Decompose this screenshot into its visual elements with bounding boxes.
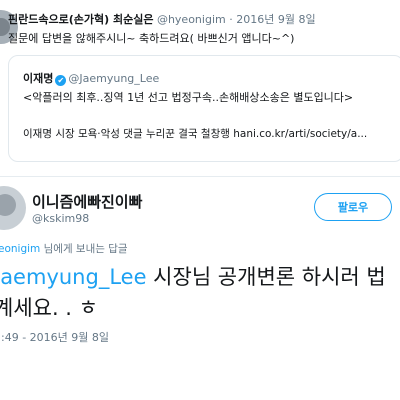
author-handle[interactable]: @hyeonigim [157,13,226,26]
author-name[interactable]: 이니즘에빠진이빠 [32,191,142,212]
quoted-reply-tweet[interactable]: 핀란드속으로(손가혁) 최순실은 @hyeonigim · 2016년 9월 8… [0,0,400,176]
separator: · [229,13,233,26]
quote-author-handle: @Jaemyung_Lee [68,72,160,85]
author-handle[interactable]: @kskim98 [32,212,89,225]
tweet-timestamp[interactable]: 2:49 - 2016년 9월 8일 [0,329,109,345]
tweet-body: Jaemyung_Lee 시장님 공개변론 하시러 법 계세요. . ㅎ [0,262,400,324]
body-text-line1: 시장님 공개변론 하시러 법 [146,265,386,289]
reply-context: eonigim 님에게 보내는 답글 [0,241,128,256]
verified-badge-icon: ✔ [55,75,67,86]
author-name[interactable]: 핀란드속으로(손가혁) 최순실은 [8,13,153,26]
follow-button[interactable]: 팔로우 [314,193,392,221]
reply-to-mention[interactable]: eonigim [0,243,40,255]
tweet-text: 질문에 답변을 않해주시니~ 축하드려요( 바쁘신거 앱니다~^) [8,32,295,45]
divider [0,176,400,177]
tweet-date[interactable]: 2016년 9월 8일 [236,13,315,26]
quote-link-line: 이재명 시장 모욕·악성 댓글 누리꾼 결국 철창행 hani.co.kr/ar… [23,126,367,141]
reply-to-label: 님에게 보내는 답글 [40,243,128,255]
tweet-header: 핀란드속으로(손가혁) 최순실은 @hyeonigim · 2016년 9월 8… [8,11,316,27]
body-mention[interactable]: Jaemyung_Lee [0,265,147,289]
quote-header: 이재명 ✔ @Jaemyung_Lee [23,70,159,86]
quote-text: <악플러의 최후..징역 1년 선고 법정구속..손해배상소송은 별도입니다> [23,91,354,104]
avatar[interactable] [0,186,26,230]
quote-tweet-card[interactable]: 이재명 ✔ @Jaemyung_Lee <악플러의 최후..징역 1년 선고 법정구… [8,55,400,162]
quote-link[interactable]: hani.co.kr/arti/society/a... [233,128,367,140]
quote-link-title: 이재명 시장 모욕·악성 댓글 누리꾼 결국 철창행 [23,128,230,140]
body-text-line2: 계세요. . ㅎ [0,296,98,320]
quote-author-name: 이재명 [23,72,54,85]
